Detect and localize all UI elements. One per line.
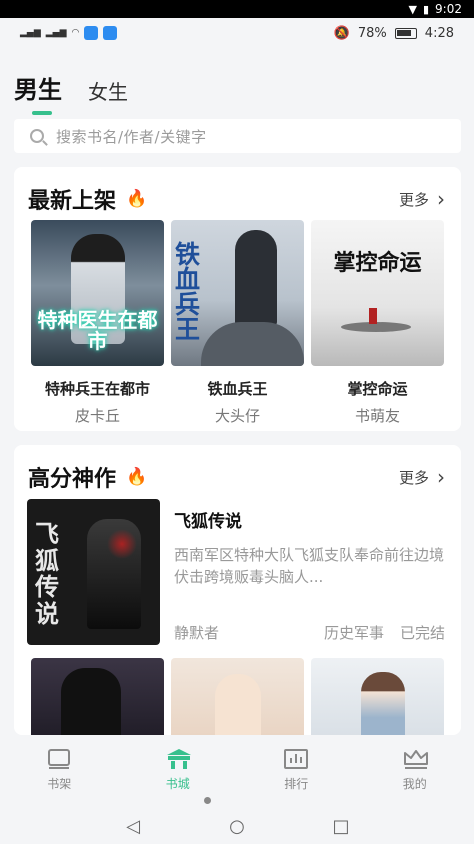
book-cover (171, 658, 304, 735)
book-author: 书萌友 (354, 407, 400, 425)
tab-label: 排行 (284, 777, 309, 791)
book-title: 掌控命运 (347, 380, 408, 398)
chevron-right-icon: › (437, 187, 445, 211)
store-icon (165, 748, 191, 770)
signal-icon: ▂▄▆ (20, 28, 41, 38)
chevron-right-icon: › (437, 465, 445, 489)
mute-icon: 🔕 (333, 25, 350, 41)
book-item[interactable]: 铁血兵王 铁血兵王 大头仔 (171, 220, 304, 426)
tab-male[interactable]: 男生 (14, 70, 62, 115)
book-icon (46, 748, 72, 770)
book-item[interactable] (31, 658, 164, 735)
tab-label: 我的 (402, 777, 427, 791)
top-rated-section: 高分神作 🔥 更多 › 飞狐传说 飞狐传说 西南军区特种大队飞狐支队奉命前往边境… (14, 445, 461, 735)
book-tags: 历史军事 已完结 (324, 622, 445, 643)
nav-indicator-dot (204, 797, 211, 804)
status-bar: ▂▄▆ ▂▄▆ ◠ 🔕 78% 4:28 (0, 18, 474, 48)
book-cover: 飞狐传说 (27, 499, 160, 645)
more-label: 更多 (398, 468, 429, 487)
search-placeholder: 搜索书名/作者/关键字 (56, 127, 207, 146)
book-cover: 特种医生在都市 (31, 220, 164, 366)
search-icon (30, 129, 44, 143)
battery-percent: 78% (357, 25, 387, 41)
section-title-text: 最新上架 (28, 189, 117, 214)
section-title-text: 高分神作 (28, 467, 117, 492)
featured-info: 飞狐传说 西南军区特种大队飞狐支队奉命前往边境伏击跨境贩毒头脑人... 静默者 … (174, 499, 445, 645)
recents-icon[interactable]: □ (331, 816, 351, 837)
section-title: 高分神作 🔥 (28, 461, 147, 493)
search-input[interactable]: 搜索书名/作者/关键字 (14, 119, 461, 153)
tab-label: 书架 (47, 777, 72, 791)
book-meta: 静默者 历史军事 已完结 (174, 622, 445, 645)
ranking-icon (283, 748, 309, 770)
system-status-bar: ▼ ▮ 9:02 (0, 0, 474, 18)
fire-icon: 🔥 (126, 467, 148, 487)
more-label: 更多 (398, 190, 429, 209)
book-item[interactable]: 特种医生在都市 特种兵王在都市 皮卡丘 (31, 220, 164, 426)
book-item[interactable] (311, 658, 444, 735)
cover-title: 飞狐传说 (35, 519, 59, 628)
book-cover (311, 658, 444, 735)
gender-tabs: 男生 女生 (14, 70, 128, 115)
book-row (14, 657, 461, 735)
book-author: 静默者 (174, 624, 220, 642)
wifi-status-icon: ◠ (71, 28, 80, 38)
tab-label: 书城 (165, 777, 190, 791)
tab-ranking[interactable]: 排行 (256, 748, 336, 792)
section-title: 最新上架 🔥 (28, 183, 147, 215)
tab-bookshelf[interactable]: 书架 (19, 748, 99, 792)
book-author: 大头仔 (214, 407, 260, 425)
section-header: 高分神作 🔥 更多 › (14, 445, 461, 497)
book-item[interactable]: 掌控命运 掌控命运 书萌友 (311, 220, 444, 426)
book-cover (31, 658, 164, 735)
tab-bookstore[interactable]: 书城 (138, 748, 218, 792)
signal-icon-2: ▂▄▆ (45, 28, 67, 38)
app-notification-icon (84, 26, 99, 40)
book-title: 飞狐传说 (174, 512, 242, 532)
crown-icon (402, 748, 428, 770)
cover-title: 铁血兵王 (175, 240, 201, 344)
cloud-notification-icon (103, 26, 118, 40)
status-left-icons: ▂▄▆ ▂▄▆ ◠ (20, 26, 118, 40)
status-right: 🔕 78% 4:28 (334, 26, 454, 41)
book-cover: 掌控命运 (311, 220, 444, 366)
back-icon[interactable]: ◁ (123, 816, 143, 837)
system-time: 9:02 (435, 2, 462, 16)
book-cover: 铁血兵王 (171, 220, 304, 366)
book-item[interactable] (171, 658, 304, 735)
bottom-tab-bar: 书架 书城 排行 我的 (0, 735, 474, 801)
tab-female[interactable]: 女生 (88, 76, 128, 105)
more-button[interactable]: 更多 › (399, 187, 445, 211)
battery-icon: ▮ (422, 2, 430, 16)
home-icon[interactable]: ○ (227, 816, 247, 837)
book-category: 历史军事 (323, 624, 384, 642)
book-status: 已完结 (399, 624, 445, 642)
book-description: 西南军区特种大队飞狐支队奉命前往边境伏击跨境贩毒头脑人... (174, 546, 445, 586)
book-title: 特种兵王在都市 (44, 380, 150, 398)
fire-icon: 🔥 (126, 189, 148, 209)
featured-book[interactable]: 飞狐传说 飞狐传说 西南军区特种大队飞狐支队奉命前往边境伏击跨境贩毒头脑人...… (14, 497, 461, 645)
book-row: 特种医生在都市 特种兵王在都市 皮卡丘 铁血兵王 铁血兵王 大头仔 掌控命运 掌… (14, 219, 461, 426)
battery-level-icon (394, 27, 417, 39)
cover-title: 掌控命运 (333, 250, 422, 276)
wifi-icon: ▼ (408, 2, 417, 16)
section-header: 最新上架 🔥 更多 › (14, 167, 461, 219)
tab-mine[interactable]: 我的 (375, 748, 455, 792)
system-nav-bar: ◁ ○ □ (0, 808, 474, 844)
more-button[interactable]: 更多 › (399, 465, 445, 489)
new-arrivals-section: 最新上架 🔥 更多 › 特种医生在都市 特种兵王在都市 皮卡丘 铁血兵王 铁血兵… (14, 167, 461, 431)
status-time: 4:28 (424, 25, 454, 41)
book-title: 铁血兵王 (207, 380, 268, 398)
cover-title: 特种医生在都市 (37, 308, 158, 353)
book-author: 皮卡丘 (74, 407, 120, 425)
